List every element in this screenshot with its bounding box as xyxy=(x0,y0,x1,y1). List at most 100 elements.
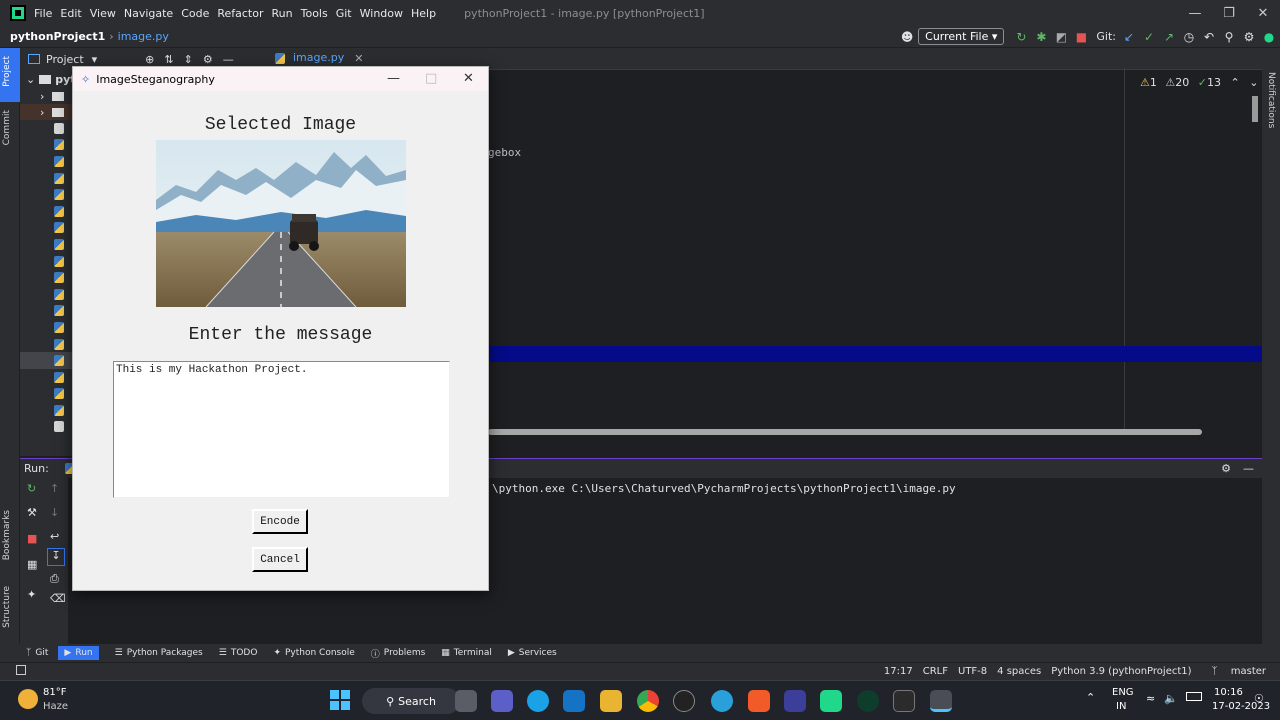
menu-view[interactable]: View xyxy=(90,7,116,20)
print-icon[interactable]: ⎙ xyxy=(50,572,59,586)
run-hide-icon[interactable]: — xyxy=(1243,462,1254,475)
scroll-to-end-icon[interactable]: ↧ xyxy=(47,548,65,566)
tray-expand-icon[interactable]: ⌃ xyxy=(1086,691,1095,704)
next-highlight-icon[interactable]: ⌄ xyxy=(1249,76,1258,89)
battery-icon[interactable] xyxy=(1186,692,1202,701)
menu-window[interactable]: Window xyxy=(360,7,403,20)
dialog-titlebar[interactable]: ✧ ImageSteganography — □ ✕ xyxy=(73,67,488,91)
search-icon[interactable]: ⚲ xyxy=(1220,30,1238,44)
settings-icon[interactable]: ⚙ xyxy=(1240,30,1258,44)
layout-icon[interactable]: ▦ xyxy=(27,558,37,571)
status-line-separator[interactable]: CRLF xyxy=(923,666,948,677)
menu-tools[interactable]: Tools xyxy=(301,7,328,20)
edge-icon[interactable] xyxy=(527,690,549,712)
inspection-widget[interactable]: ⚠1 ⚠20 ✓13 ⌃ ⌄ xyxy=(1140,76,1258,89)
pycharm-icon[interactable] xyxy=(820,690,842,712)
project-panel-title[interactable]: Project xyxy=(46,53,84,66)
tool-project-label[interactable]: Project xyxy=(2,56,12,87)
bottom-tab-run[interactable]: ▶ Run xyxy=(58,646,99,660)
down-arrow-icon[interactable]: ↓ xyxy=(50,506,59,519)
status-encoding[interactable]: UTF-8 xyxy=(958,666,987,677)
dialog-minimize-icon[interactable]: — xyxy=(387,71,400,86)
tool-notifications-label[interactable]: Notifications xyxy=(1266,72,1276,128)
user-icon[interactable]: ☻ xyxy=(898,30,916,44)
restore-icon[interactable]: ❐ xyxy=(1212,6,1246,21)
bottom-tab-problems[interactable]: ⓘ Problems xyxy=(371,647,426,660)
expand-all-icon[interactable]: ⇅ xyxy=(164,53,173,66)
dell-icon[interactable] xyxy=(673,690,695,712)
weather-temp[interactable]: 81°F xyxy=(43,687,66,698)
git-update-icon[interactable]: ↙ xyxy=(1120,30,1138,44)
up-arrow-icon[interactable]: ↑ xyxy=(50,482,59,495)
pin-icon[interactable]: ✦ xyxy=(27,588,36,601)
tool-commit-label[interactable]: Commit xyxy=(2,110,12,145)
menu-file[interactable]: File xyxy=(34,7,52,20)
tool-bookmarks-label[interactable]: Bookmarks xyxy=(2,510,12,560)
terminal-app-icon[interactable] xyxy=(893,690,915,712)
brave-icon[interactable] xyxy=(748,690,770,712)
rerun-icon[interactable]: ↻ xyxy=(27,482,36,495)
hide-panel-icon[interactable]: — xyxy=(223,53,234,66)
teams-chat-icon[interactable] xyxy=(491,690,513,712)
breadcrumb-file[interactable]: image.py xyxy=(118,30,169,43)
telegram-icon[interactable] xyxy=(711,690,733,712)
notification-bell-icon[interactable]: ☉ xyxy=(1254,692,1264,705)
trash-icon[interactable]: ⌫ xyxy=(50,592,66,605)
close-tab-icon[interactable]: ✕ xyxy=(354,52,363,65)
coverage-icon[interactable]: ◩ xyxy=(1052,30,1070,44)
vertical-scrollbar[interactable] xyxy=(1252,96,1258,122)
menu-code[interactable]: Code xyxy=(181,7,209,20)
bottom-tab-services[interactable]: ▶ Services xyxy=(508,648,557,658)
python-app-icon[interactable] xyxy=(930,690,952,712)
panel-settings-icon[interactable]: ⚙ xyxy=(203,53,213,66)
rerun-icon[interactable]: ↻ xyxy=(1012,30,1030,44)
prev-highlight-icon[interactable]: ⌃ xyxy=(1230,76,1239,89)
run-settings-icon[interactable]: ⚙ xyxy=(1221,462,1231,475)
weather-haze-icon[interactable] xyxy=(18,689,38,709)
history-icon[interactable]: ◷ xyxy=(1180,30,1198,44)
menu-navigate[interactable]: Navigate xyxy=(124,7,173,20)
run-config-select[interactable]: Current File ▾ xyxy=(918,28,1005,45)
volume-muted-icon[interactable]: 🔈 xyxy=(1164,692,1178,705)
encode-button[interactable]: Encode xyxy=(252,509,308,534)
mongodb-icon[interactable] xyxy=(857,690,879,712)
rollback-icon[interactable]: ↶ xyxy=(1200,30,1218,44)
menu-git[interactable]: Git xyxy=(336,7,352,20)
status-branch[interactable]: ᛉ master xyxy=(1202,666,1266,677)
file-explorer-icon[interactable] xyxy=(600,690,622,712)
collapse-all-icon[interactable]: ⇕ xyxy=(184,53,193,66)
mail-icon[interactable] xyxy=(563,690,585,712)
menu-edit[interactable]: Edit xyxy=(60,7,81,20)
cancel-button[interactable]: Cancel xyxy=(252,547,308,572)
expand-chevron-icon[interactable]: ⌄ xyxy=(26,73,35,86)
input-language[interactable]: ENG xyxy=(1112,687,1134,698)
horizontal-scrollbar[interactable] xyxy=(488,429,1202,435)
bottom-tab-console[interactable]: ✦ Python Console xyxy=(273,648,354,658)
close-icon[interactable]: ✕ xyxy=(1246,6,1280,21)
clock-time[interactable]: 10:16 xyxy=(1214,687,1243,698)
menu-help[interactable]: Help xyxy=(411,7,436,20)
menu-refactor[interactable]: Refactor xyxy=(217,7,263,20)
message-textbox[interactable]: This is my Hackathon Project. xyxy=(113,361,450,498)
bottom-tab-todo[interactable]: ☰ TODO xyxy=(219,648,258,658)
dialog-close-icon[interactable]: ✕ xyxy=(463,71,474,86)
breadcrumb-project[interactable]: pythonProject1 xyxy=(10,30,105,43)
git-commit-icon[interactable]: ✓ xyxy=(1140,30,1158,44)
git-push-icon[interactable]: ↗ xyxy=(1160,30,1178,44)
toggle-tool-windows-icon[interactable] xyxy=(16,665,26,675)
wifi-icon[interactable]: ≈ xyxy=(1146,692,1155,705)
menu-run[interactable]: Run xyxy=(272,7,293,20)
bottom-tab-packages[interactable]: ☰ Python Packages xyxy=(115,648,203,658)
chrome-icon[interactable] xyxy=(637,690,659,712)
debug-icon[interactable]: ✱ xyxy=(1032,30,1050,44)
status-interpreter[interactable]: Python 3.9 (pythonProject1) xyxy=(1051,666,1191,677)
stop-icon[interactable]: ■ xyxy=(1072,30,1090,44)
plugin-icon[interactable]: ● xyxy=(1260,30,1278,44)
taskbar-search[interactable]: ⚲ Search xyxy=(362,688,460,714)
minimize-icon[interactable]: — xyxy=(1178,6,1212,21)
chevron-down-icon[interactable]: ▾ xyxy=(92,53,98,66)
bottom-tab-git[interactable]: ᛉ Git xyxy=(26,648,48,658)
bottom-tab-terminal[interactable]: ▦ Terminal xyxy=(441,648,492,658)
status-indent[interactable]: 4 spaces xyxy=(997,666,1041,677)
soft-wrap-icon[interactable]: ↩ xyxy=(50,530,59,543)
